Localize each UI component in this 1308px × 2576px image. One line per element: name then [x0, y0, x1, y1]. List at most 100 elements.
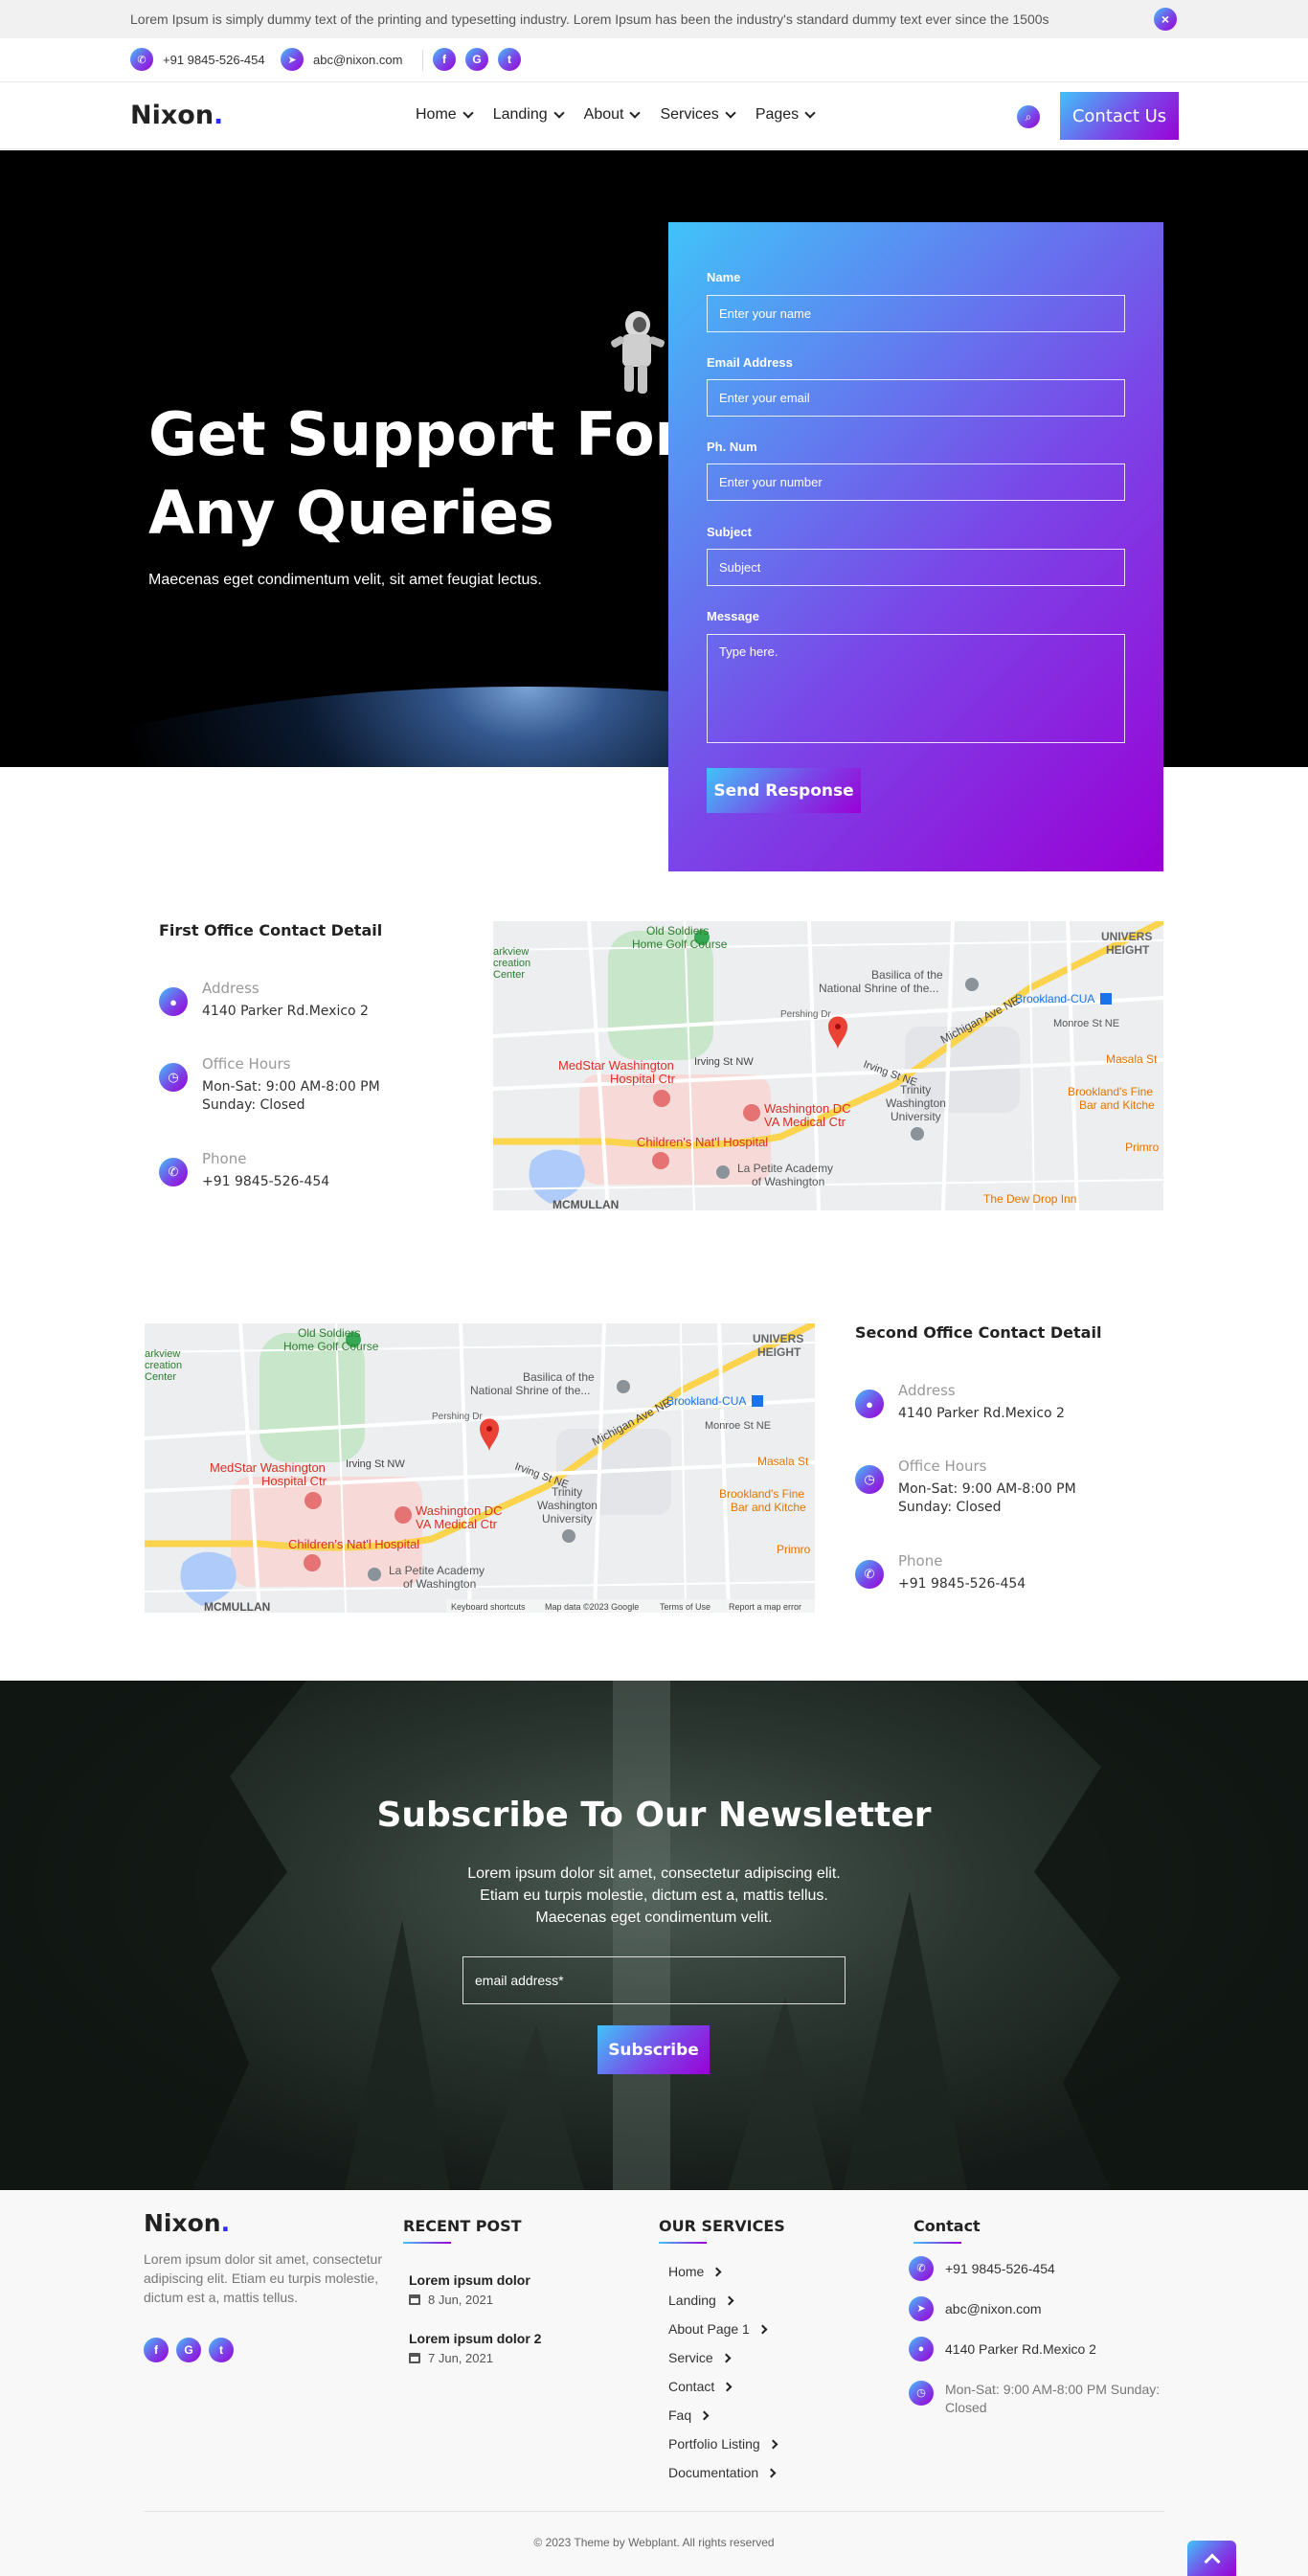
- chevron-down-icon: [462, 107, 474, 119]
- footer-hours-text: Mon-Sat: 9:00 AM-8:00 PM Sunday: Closed: [945, 2382, 1161, 2415]
- nav-item-landing[interactable]: Landing: [493, 106, 565, 124]
- footer-divider: [144, 2511, 1164, 2512]
- astronaut-image: [611, 311, 665, 394]
- map-label: HEIGHT: [757, 1345, 801, 1359]
- send-response-button[interactable]: Send Response: [707, 768, 861, 813]
- footer-link-home[interactable]: Home: [668, 2264, 722, 2279]
- back-to-top-button[interactable]: [1187, 2541, 1236, 2576]
- chevron-right-icon: [766, 2468, 777, 2477]
- footer-link-faq[interactable]: Faq: [668, 2407, 710, 2423]
- message-textarea[interactable]: [707, 634, 1125, 743]
- name-input[interactable]: [707, 295, 1125, 332]
- phone-icon: ✆: [855, 1560, 884, 1589]
- map-label: Old Soldiers: [646, 924, 709, 938]
- footer-link-label: About Page 1: [668, 2321, 750, 2337]
- school-marker-icon: [368, 1568, 381, 1581]
- map-label: Washington: [886, 1096, 946, 1110]
- contact-form: Name Email Address Ph. Num Subject Messa…: [668, 222, 1163, 871]
- keyboard-shortcuts-link[interactable]: Keyboard shortcuts: [451, 1602, 526, 1612]
- hours-label: Office Hours: [898, 1457, 987, 1475]
- logo-text: Nixon: [130, 101, 214, 130]
- hours-value-sunday: Sunday: Closed: [202, 1097, 305, 1113]
- phone-input[interactable]: [707, 463, 1125, 501]
- topbar-phone[interactable]: ✆ +91 9845-526-454: [130, 48, 265, 71]
- office2-map[interactable]: Old Soldiers Home Golf Course arkview cr…: [145, 1323, 815, 1613]
- footer-link-about[interactable]: About Page 1: [668, 2321, 768, 2337]
- map-label: Irving St NW: [346, 1458, 405, 1470]
- map-label: UNIVERS: [753, 1332, 803, 1345]
- nav-item-about[interactable]: About: [584, 106, 642, 124]
- google-icon[interactable]: G: [465, 48, 488, 71]
- office2-address: ● Address 4140 Parker Rd.Mexico 2: [855, 1382, 1065, 1423]
- school-marker-icon: [562, 1529, 575, 1543]
- map-label: creation: [493, 958, 530, 969]
- facebook-icon[interactable]: f: [433, 48, 456, 71]
- location-marker-dot: [486, 1426, 492, 1432]
- footer-link-contact[interactable]: Contact: [668, 2379, 733, 2394]
- map-label: Hospital Ctr: [610, 1072, 676, 1086]
- footer-link-landing[interactable]: Landing: [668, 2293, 734, 2308]
- map-label: arkview: [493, 946, 529, 958]
- post-date-text: 7 Jun, 2021: [428, 2351, 493, 2365]
- phone-value[interactable]: +91 9845-526-454: [898, 1575, 1026, 1593]
- subject-input[interactable]: [707, 549, 1125, 586]
- map-label: Irving St NW: [694, 1056, 754, 1068]
- map-label: University: [542, 1512, 593, 1525]
- chevron-right-icon: [699, 2410, 710, 2420]
- footer-link-service[interactable]: Service: [668, 2350, 732, 2365]
- metro-icon: [1100, 993, 1112, 1005]
- office2-hours: ◷ Office Hours Mon-Sat: 9:00 AM-8:00 PM Su…: [855, 1457, 1076, 1517]
- map-label: Children's Nat'l Hospital: [637, 1135, 768, 1149]
- footer-link-portfolio[interactable]: Portfolio Listing: [668, 2436, 778, 2452]
- hospital-marker-icon: [395, 1506, 412, 1524]
- close-icon[interactable]: ×: [1154, 8, 1177, 31]
- hours-value-weekdays: Mon-Sat: 9:00 AM-8:00 PM: [898, 1481, 1076, 1497]
- map-label: MedStar Washington: [558, 1058, 674, 1073]
- footer-logo[interactable]: Nixon.: [144, 2209, 230, 2237]
- map-data-text: Map data ©2023 Google: [545, 1602, 639, 1612]
- map-label: La Petite Academy: [389, 1564, 485, 1577]
- logo[interactable]: Nixon.: [130, 101, 223, 130]
- map-label: Trinity: [552, 1485, 582, 1499]
- location-pin-icon: ●: [855, 1390, 884, 1418]
- recent-post-item[interactable]: Lorem ipsum dolor 2 7 Jun, 2021: [409, 2331, 541, 2365]
- terms-link[interactable]: Terms of Use: [660, 1602, 710, 1612]
- clock-icon: ◷: [855, 1465, 884, 1494]
- recent-post-item[interactable]: Lorem ipsum dolor 8 Jun, 2021: [409, 2272, 530, 2307]
- email-input[interactable]: [707, 379, 1125, 417]
- search-icon[interactable]: ⌕: [1017, 105, 1040, 128]
- newsletter-text-line: Maecenas eget condimentum velit.: [535, 1909, 773, 1926]
- map-label: Home Golf Course: [283, 1340, 379, 1353]
- phone-label: Phone: [202, 1150, 247, 1167]
- nav-item-services[interactable]: Services: [660, 106, 736, 124]
- chevron-right-icon: [768, 2439, 778, 2449]
- topbar-email[interactable]: ➤ abc@nixon.com: [281, 48, 402, 71]
- report-error-link[interactable]: Report a map error: [729, 1602, 801, 1612]
- facebook-icon[interactable]: f: [144, 2338, 169, 2362]
- footer-link-documentation[interactable]: Documentation: [668, 2465, 777, 2480]
- twitter-icon[interactable]: t: [209, 2338, 234, 2362]
- chevron-down-icon: [725, 107, 736, 119]
- newsletter-text-line: Etiam eu turpis molestie, dictum est a, …: [480, 1887, 828, 1904]
- phone-label: Ph. Num: [707, 440, 757, 454]
- address-label: Address: [898, 1382, 956, 1399]
- map-label: Basilica of the: [523, 1370, 595, 1384]
- twitter-icon[interactable]: t: [498, 48, 521, 71]
- nav-item-pages[interactable]: Pages: [755, 106, 816, 124]
- footer-link-label: Portfolio Listing: [668, 2436, 760, 2452]
- name-label: Name: [707, 270, 741, 284]
- post-date: 8 Jun, 2021: [409, 2293, 530, 2307]
- newsletter-email-input[interactable]: [462, 1956, 846, 2004]
- footer-link-label: Documentation: [668, 2465, 759, 2480]
- subscribe-button[interactable]: Subscribe: [598, 2025, 710, 2074]
- hours-label: Office Hours: [202, 1055, 291, 1073]
- google-icon[interactable]: G: [176, 2338, 201, 2362]
- footer-phone[interactable]: ✆ +91 9845-526-454: [909, 2256, 1055, 2281]
- nav-item-home[interactable]: Home: [416, 106, 474, 124]
- office1-map[interactable]: Old Soldiers Home Golf Course arkview cr…: [493, 921, 1163, 1210]
- main-navbar: Nixon. Home Landing About Services Pages…: [0, 83, 1308, 149]
- chevron-down-icon: [553, 107, 565, 119]
- phone-value[interactable]: +91 9845-526-454: [202, 1173, 329, 1191]
- footer-email[interactable]: ➤ abc@nixon.com: [909, 2296, 1042, 2321]
- contact-us-button[interactable]: Contact Us: [1060, 92, 1179, 140]
